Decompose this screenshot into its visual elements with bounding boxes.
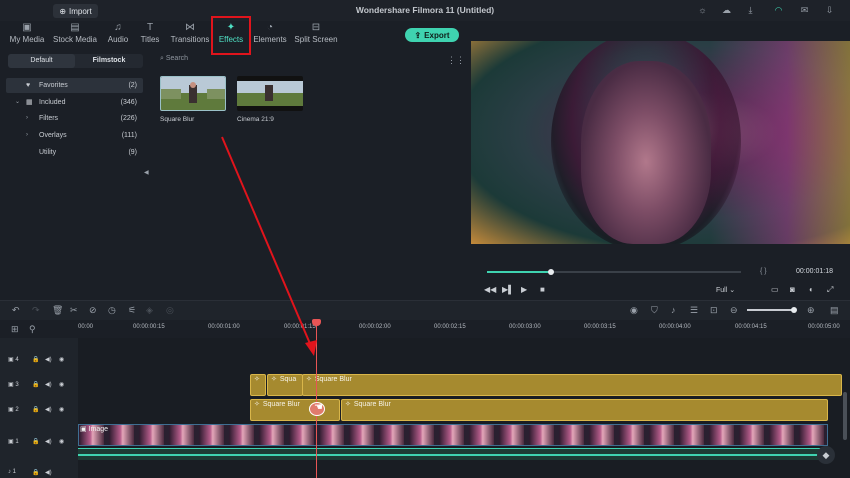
hand-cursor-icon: ☚: [314, 402, 323, 413]
timeline-scrollbar[interactable]: [843, 392, 847, 440]
annotation-arrow: [221, 136, 317, 356]
snap-icon[interactable]: ◆: [817, 446, 835, 464]
